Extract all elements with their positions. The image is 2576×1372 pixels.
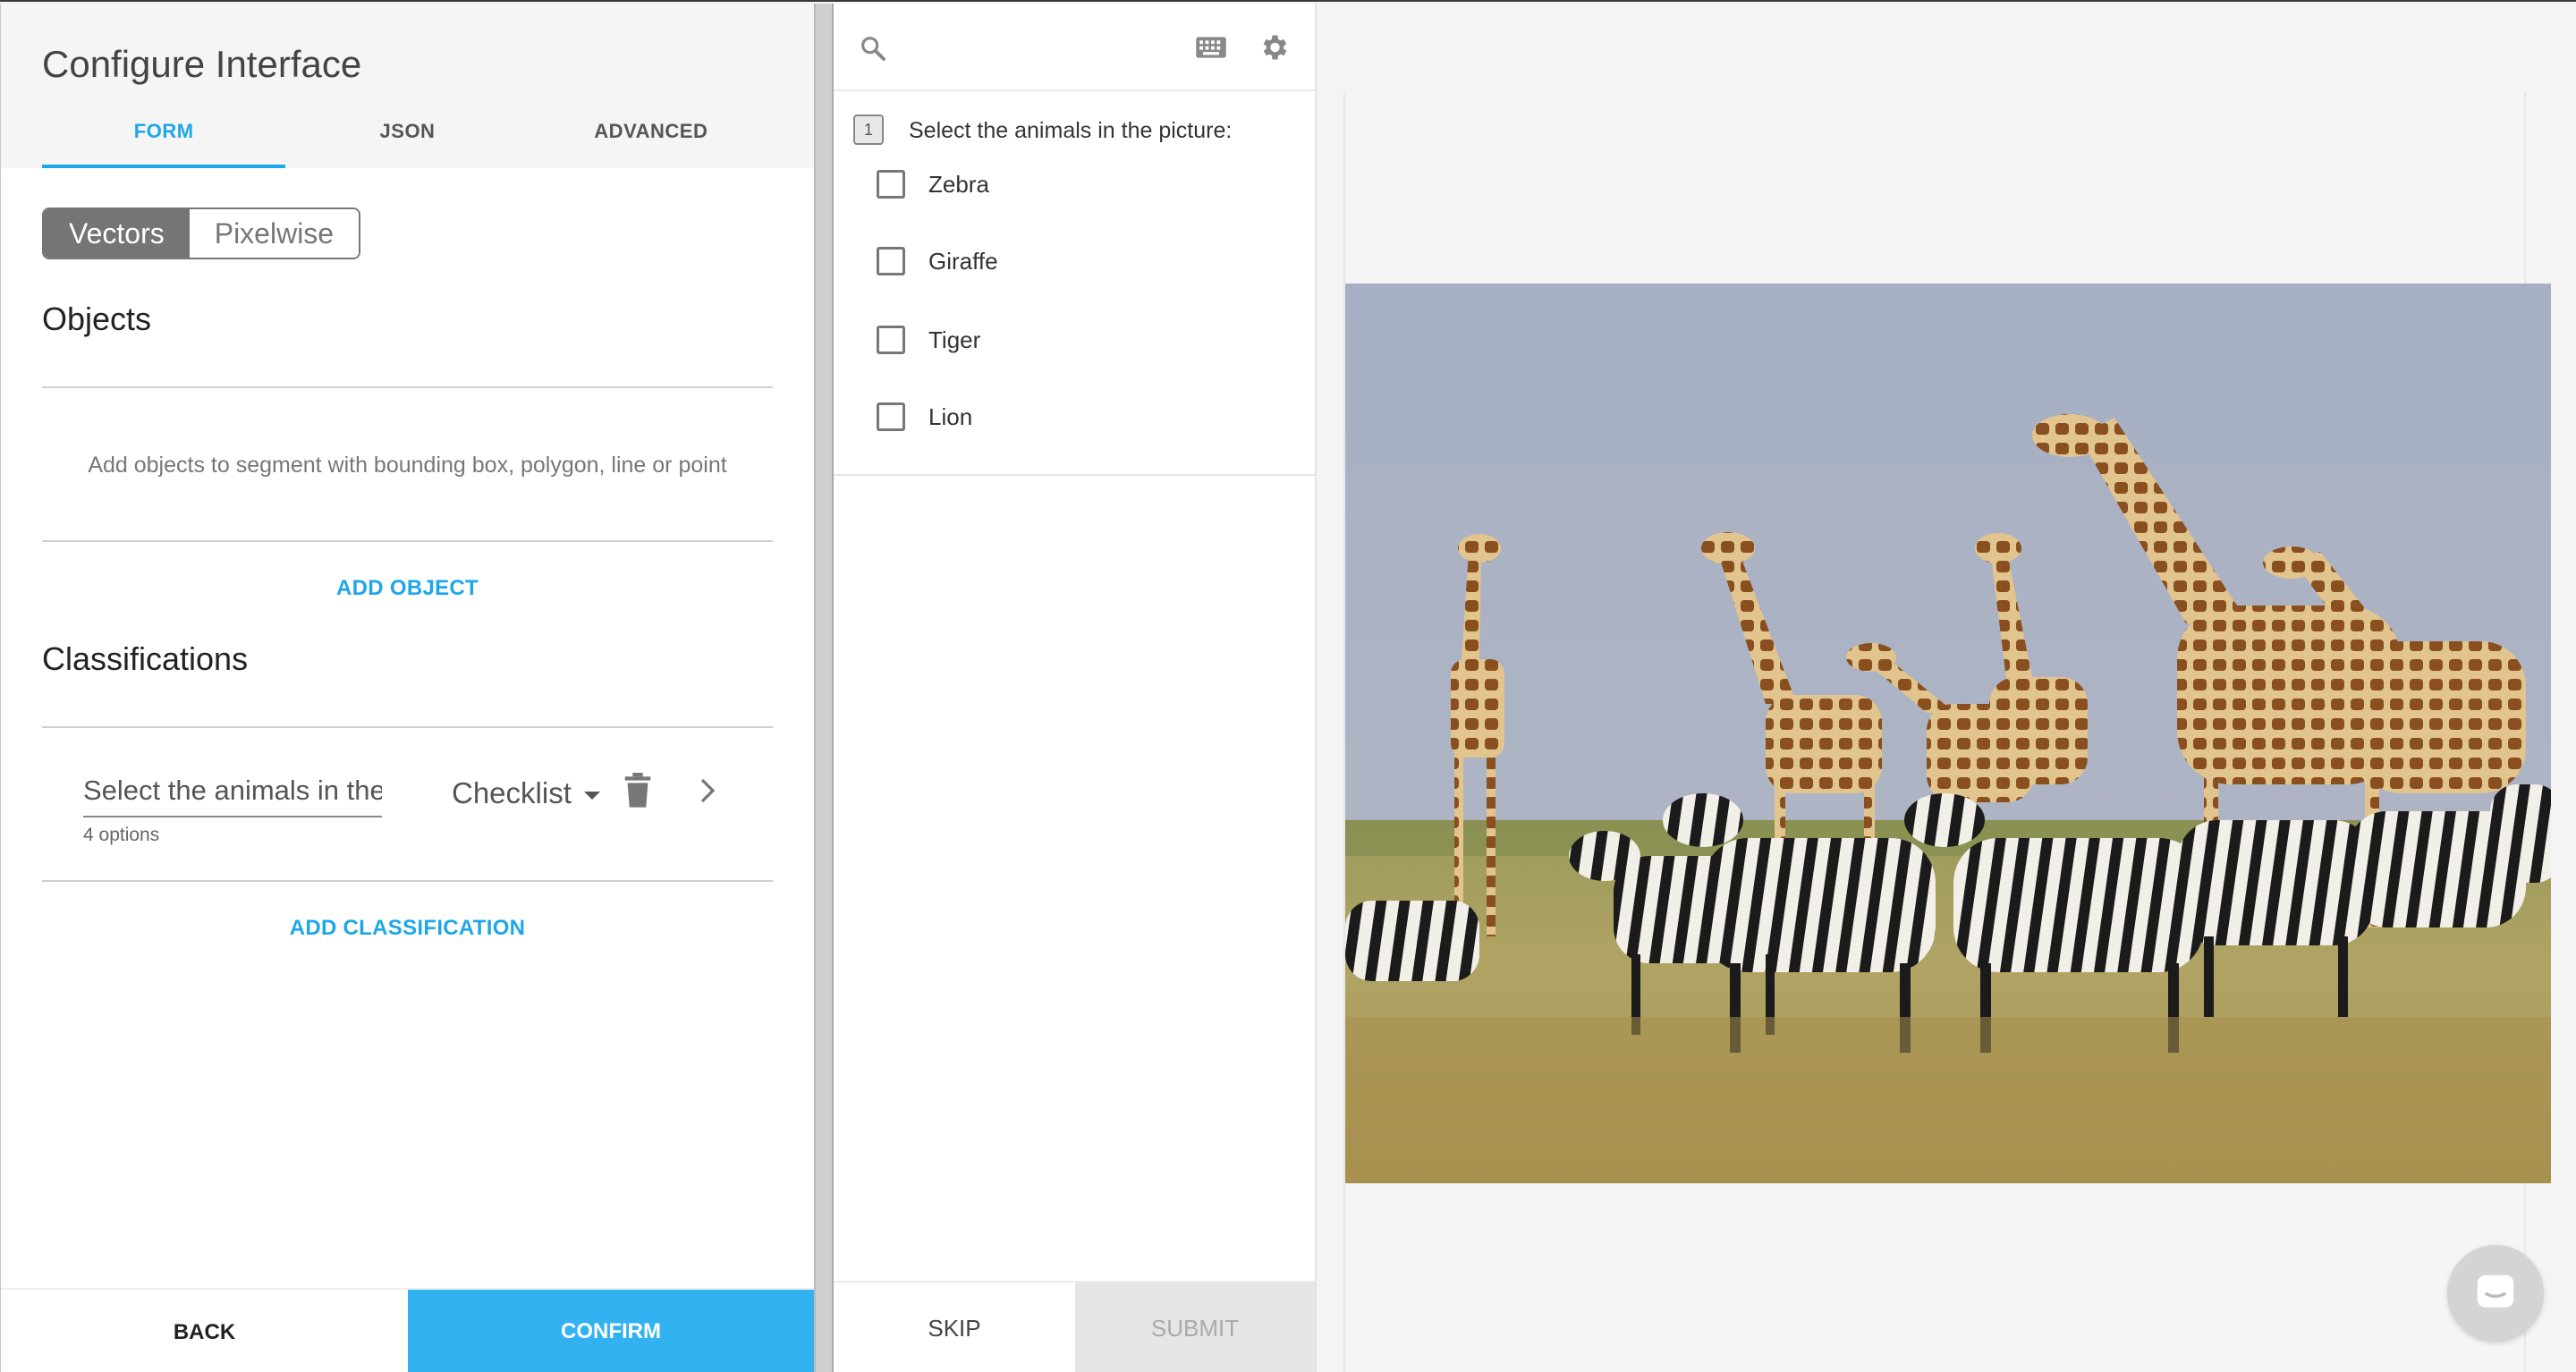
pixelwise-toggle-button[interactable]: Pixelwise	[189, 209, 360, 258]
vectors-toggle-button[interactable]: Vectors	[44, 209, 190, 258]
tab-form[interactable]: FORM	[42, 109, 286, 168]
option-tiger[interactable]: Tiger	[877, 320, 980, 360]
app-window: Configure Interface FORM JSON ADVANCED V…	[0, 0, 2576, 1372]
chat-launcher-button[interactable]	[2447, 1245, 2544, 1342]
classifications-divider-top	[42, 726, 773, 728]
image-viewer	[1317, 4, 2576, 1372]
confirm-button[interactable]: CONFIRM	[408, 1290, 814, 1372]
option-zebra[interactable]: Zebra	[877, 165, 989, 204]
option-label: Zebra	[928, 170, 989, 198]
config-tabs: FORM JSON ADVANCED	[42, 109, 773, 168]
configure-header: Configure Interface FORM JSON ADVANCED	[1, 4, 814, 168]
question-text: Select the animals in the picture:	[909, 118, 1233, 143]
option-label: Tiger	[928, 326, 981, 353]
classification-type-label: Checklist	[452, 776, 572, 809]
option-lion[interactable]: Lion	[877, 397, 972, 436]
labeling-footer: SKIP SUBMIT	[834, 1281, 1315, 1372]
submit-button[interactable]: SUBMIT	[1075, 1283, 1315, 1372]
question-number-badge: 1	[853, 114, 884, 145]
config-footer: BACK CONFIRM	[1, 1288, 814, 1372]
checkbox[interactable]	[877, 326, 905, 354]
chevron-right-icon[interactable]	[691, 775, 724, 807]
tab-json[interactable]: JSON	[285, 109, 529, 168]
add-classification-button[interactable]: ADD CLASSIFICATION	[42, 916, 773, 941]
trash-icon[interactable]	[622, 773, 654, 809]
page-title: Configure Interface	[42, 43, 362, 85]
classifications-heading: Classifications	[42, 640, 249, 677]
option-label: Giraffe	[928, 247, 998, 275]
checkbox[interactable]	[877, 170, 905, 199]
caret-down-icon	[583, 791, 600, 800]
back-button[interactable]: BACK	[1, 1290, 408, 1372]
labeling-panel: 1 Select the animals in the picture: Zeb…	[834, 4, 1317, 1372]
keyboard-icon[interactable]	[1195, 34, 1227, 61]
objects-hint: Add objects to segment with bounding box…	[88, 453, 727, 478]
add-object-button[interactable]: ADD OBJECT	[42, 576, 773, 601]
classification-type-dropdown[interactable]: Checklist	[452, 776, 600, 810]
search-icon[interactable]	[859, 34, 887, 63]
chat-bubble-icon	[2477, 1275, 2514, 1308]
objects-divider-top	[42, 386, 773, 388]
savanna-photo[interactable]	[1345, 284, 2551, 1183]
giraffes-zebras-image	[1345, 284, 2551, 1183]
checkbox[interactable]	[877, 247, 905, 275]
classifications-divider-bottom	[42, 880, 773, 882]
panel-splitter[interactable]	[814, 4, 834, 1372]
labeling-divider	[834, 474, 1315, 476]
configure-panel: Configure Interface FORM JSON ADVANCED V…	[0, 4, 814, 1372]
objects-divider-bottom	[42, 540, 773, 542]
classification-question-input[interactable]	[83, 767, 382, 817]
classification-item: 4 options Checklist	[42, 730, 773, 880]
labeling-toolbar	[834, 4, 1315, 91]
objects-heading: Objects	[42, 301, 152, 337]
vector-pixelwise-toggle: Vectors Pixelwise	[42, 207, 361, 259]
option-giraffe[interactable]: Giraffe	[877, 241, 998, 281]
classification-option-count: 4 options	[83, 825, 160, 845]
checkbox[interactable]	[877, 402, 905, 431]
tab-advanced[interactable]: ADVANCED	[530, 109, 773, 168]
option-label: Lion	[928, 402, 973, 430]
gear-icon[interactable]	[1258, 31, 1290, 64]
skip-button[interactable]: SKIP	[834, 1283, 1075, 1372]
